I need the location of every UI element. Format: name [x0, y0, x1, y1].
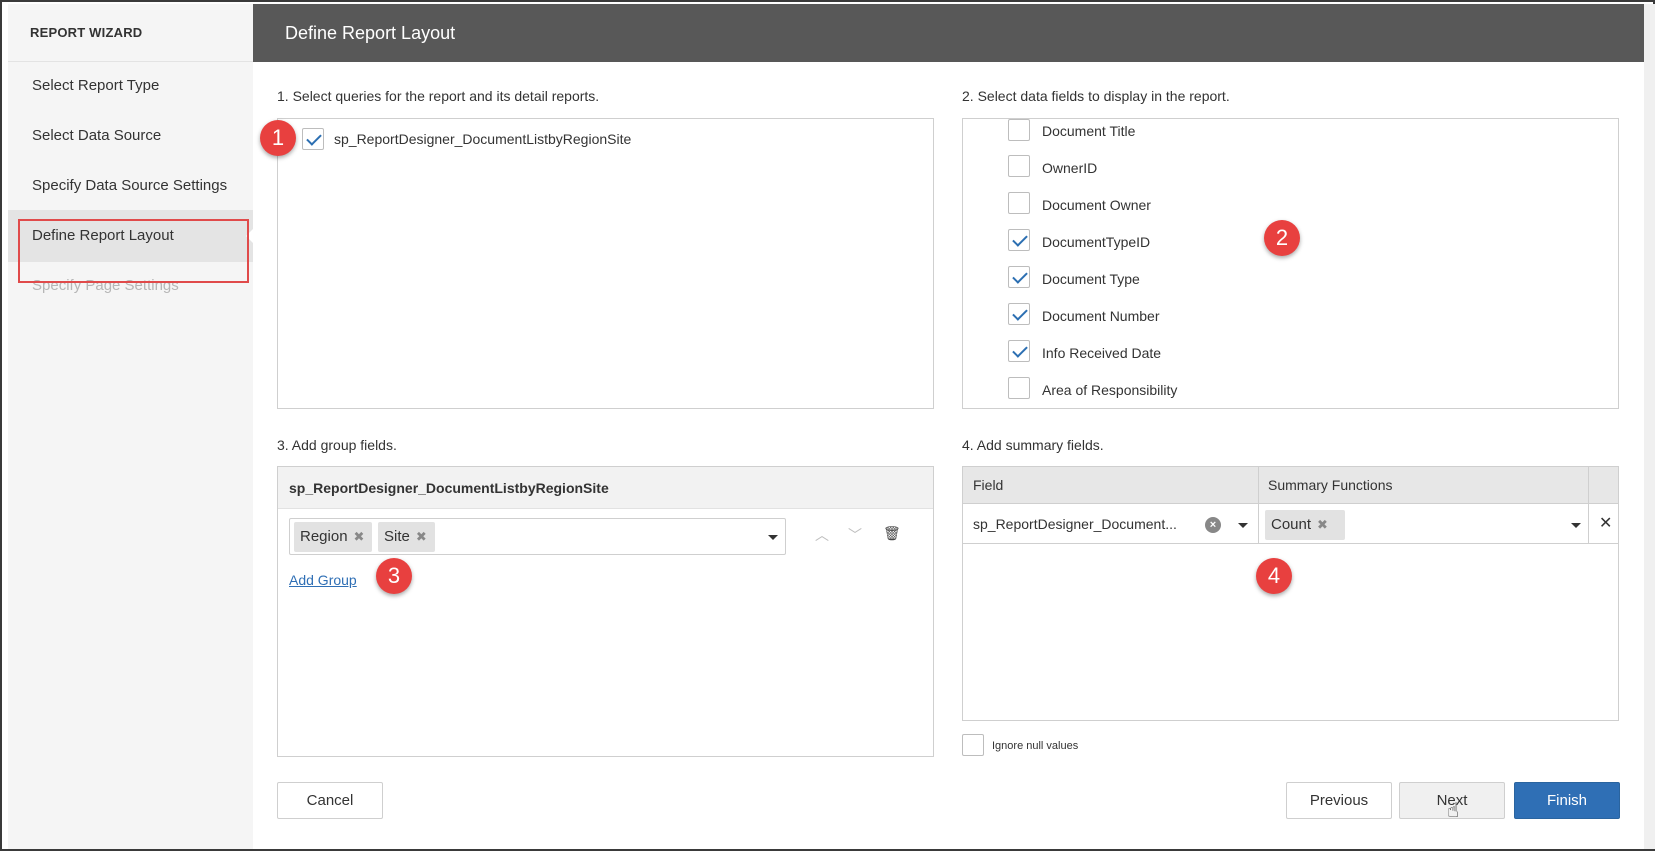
field-label: DocumentTypeID	[1042, 234, 1151, 250]
delete-row-icon[interactable]: ✕	[1599, 513, 1612, 533]
cancel-button[interactable]: Cancel	[277, 782, 383, 819]
chevron-down-icon[interactable]	[1238, 523, 1248, 528]
function-tag-label: Count	[1271, 516, 1312, 533]
step3-label: 3. Add group fields.	[277, 437, 397, 453]
field-checkbox[interactable]	[1008, 229, 1030, 251]
wizard-sidebar: REPORT WIZARD Select Report Type Select …	[8, 4, 253, 849]
field-label: Document Owner	[1042, 197, 1151, 213]
step4-label: 4. Add summary fields.	[962, 437, 1104, 453]
sidebar-item-select-data-source[interactable]: Select Data Source	[8, 110, 253, 162]
callout-badge-2: 2	[1264, 220, 1300, 256]
add-group-link[interactable]: Add Group	[289, 572, 357, 588]
group-fields-select[interactable]: Region ✖ Site ✖	[289, 518, 786, 555]
clear-icon[interactable]: ×	[1205, 517, 1221, 533]
column-divider	[1588, 467, 1589, 543]
field-checkbox[interactable]	[1008, 266, 1030, 288]
column-header-field: Field	[963, 467, 1258, 504]
ignore-null-label: Ignore null values	[992, 740, 1079, 752]
column-divider	[1258, 467, 1259, 543]
group-tag: Site ✖	[378, 522, 435, 552]
group-tag-label: Region	[300, 528, 348, 545]
field-checkbox[interactable]	[1008, 192, 1030, 214]
previous-button[interactable]: Previous	[1286, 782, 1392, 819]
finish-button[interactable]: Finish	[1514, 782, 1620, 819]
chevron-down-icon[interactable]	[768, 535, 778, 540]
field-label: Document Type	[1042, 271, 1140, 287]
field-label: Document Number	[1042, 308, 1160, 324]
query-list-panel: sp_ReportDesigner_DocumentListbyRegionSi…	[277, 118, 934, 409]
field-checkbox[interactable]	[1008, 340, 1030, 362]
summary-field-select[interactable]: sp_ReportDesigner_Document...	[973, 516, 1177, 532]
callout-badge-4: 4	[1256, 558, 1292, 594]
page-title: Define Report Layout	[253, 4, 1644, 62]
group-query-name: sp_ReportDesigner_DocumentListbyRegionSi…	[278, 467, 933, 509]
hand-cursor-icon: ☝	[1447, 800, 1460, 822]
remove-tag-icon[interactable]: ✖	[1317, 517, 1328, 532]
sidebar-item-select-report-type[interactable]: Select Report Type	[8, 60, 253, 112]
query-name: sp_ReportDesigner_DocumentListbyRegionSi…	[334, 131, 632, 147]
function-tag: Count ✖	[1265, 510, 1345, 540]
scrollbar[interactable]	[1644, 4, 1655, 849]
trash-icon[interactable]: 🗑	[883, 525, 901, 542]
field-label: Area of Responsibility	[1042, 382, 1178, 398]
group-fields-panel: sp_ReportDesigner_DocumentListbyRegionSi…	[277, 466, 934, 757]
column-header-actions	[1588, 467, 1618, 504]
field-label: Document Title	[1042, 123, 1136, 139]
field-checkbox[interactable]	[1008, 303, 1030, 325]
step1-label: 1. Select queries for the report and its…	[277, 88, 600, 104]
field-checkbox[interactable]	[1008, 119, 1030, 141]
field-label: Info Received Date	[1042, 345, 1162, 361]
field-checkbox[interactable]	[1008, 377, 1030, 399]
wizard-window: REPORT WIZARD Select Report Type Select …	[0, 0, 1655, 851]
callout-badge-3: 3	[376, 558, 412, 594]
field-checkbox[interactable]	[1008, 155, 1030, 177]
move-down-icon[interactable]: ﹀	[848, 525, 862, 545]
column-header-functions: Summary Functions	[1258, 467, 1588, 504]
remove-tag-icon[interactable]: ✖	[354, 529, 365, 544]
highlight-box	[18, 219, 249, 283]
field-list-panel: Document Title OwnerID Document Owner Do…	[962, 118, 1619, 409]
callout-badge-1: 1	[260, 120, 296, 156]
group-tag-label: Site	[384, 528, 410, 545]
ignore-null-checkbox[interactable]	[962, 734, 984, 756]
sidebar-item-data-source-settings[interactable]: Specify Data Source Settings	[8, 160, 253, 212]
query-checkbox[interactable]	[302, 128, 324, 150]
chevron-down-icon[interactable]	[1571, 523, 1581, 528]
wizard-title: REPORT WIZARD	[8, 4, 253, 62]
remove-tag-icon[interactable]: ✖	[416, 529, 427, 544]
move-up-icon[interactable]: ︿	[815, 525, 829, 545]
row-divider	[963, 543, 1618, 544]
summary-fields-grid: Field Summary Functions sp_ReportDesigne…	[962, 466, 1619, 721]
group-tag: Region ✖	[294, 522, 372, 552]
field-label: OwnerID	[1042, 160, 1098, 176]
step2-label: 2. Select data fields to display in the …	[962, 88, 1230, 104]
